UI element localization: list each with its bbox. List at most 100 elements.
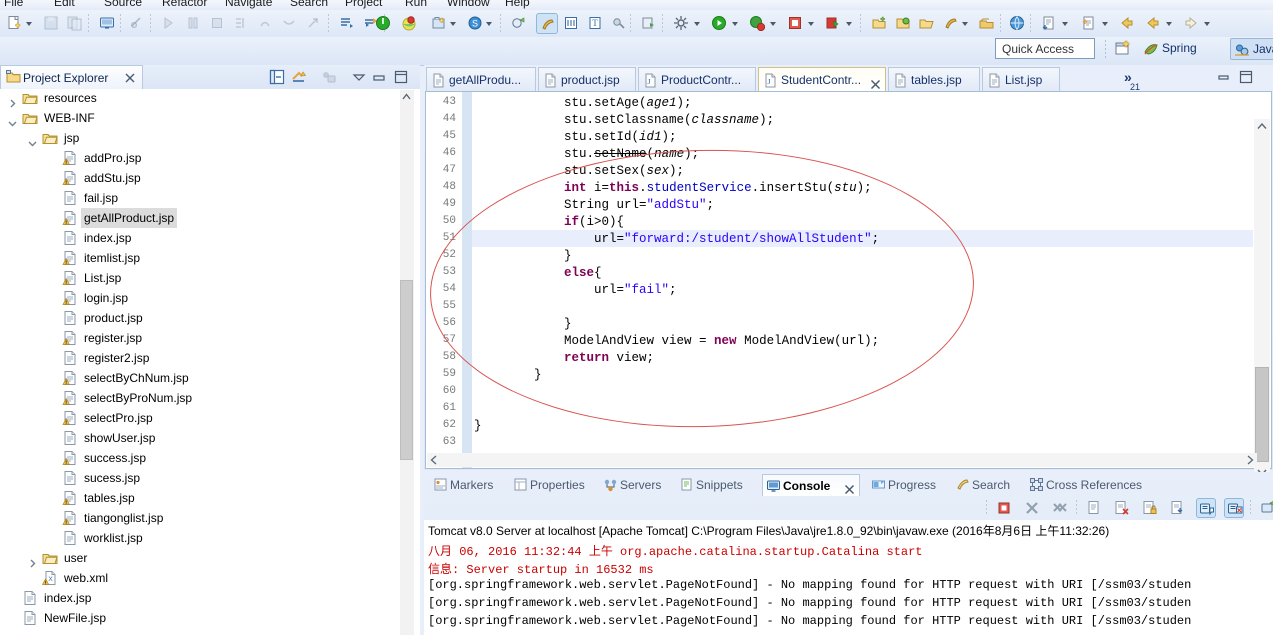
editor-tab-listjsp[interactable]: List.jsp — [982, 67, 1060, 91]
show-whitespace-icon[interactable] — [560, 13, 582, 34]
next-edit-location-icon[interactable] — [1078, 13, 1100, 34]
toggle-mark-occurrences-icon[interactable] — [536, 13, 558, 34]
console-tab-properties[interactable]: Properties — [510, 474, 592, 496]
editor-tab-productcontr[interactable]: J ProductContr... — [638, 67, 756, 91]
step-return-icon[interactable] — [278, 13, 300, 34]
new-dropdown-arrow-icon[interactable] — [26, 22, 32, 26]
scroll-up-icon[interactable] — [400, 90, 413, 104]
minimize-view-icon[interactable] — [370, 68, 388, 86]
open-perspective-icon[interactable] — [1112, 39, 1132, 58]
toggle-server-icon[interactable] — [372, 13, 394, 34]
external-tools-icon[interactable] — [670, 13, 692, 34]
debug-dropdown-arrow-icon[interactable] — [770, 22, 776, 26]
next-annotation-icon[interactable] — [336, 13, 358, 34]
perspective-java-ee[interactable]: Java EE — [1230, 38, 1273, 60]
view-menu-focus-icon[interactable] — [320, 68, 338, 86]
open-type-icon[interactable] — [892, 13, 914, 34]
chevron-right-icon[interactable] — [8, 94, 16, 108]
step-into-icon[interactable] — [230, 13, 252, 34]
stop-icon[interactable] — [784, 13, 806, 34]
new-package-icon[interactable] — [868, 13, 890, 34]
close-project-explorer-icon[interactable] — [125, 72, 135, 83]
forward-dropdown-arrow-icon[interactable] — [1204, 22, 1210, 26]
back-dropdown-arrow-icon[interactable] — [1166, 22, 1172, 26]
minimize-editor-icon[interactable] — [1216, 70, 1232, 84]
show-console-when-output-icon[interactable] — [1196, 498, 1216, 518]
project-explorer-tree[interactable]: resources WEB-INF jsp addPro.jsp addStu.jsp f… — [0, 90, 406, 635]
new-project-dropdown-arrow-icon[interactable] — [450, 22, 456, 26]
run-dropdown-arrow-icon[interactable] — [732, 22, 738, 26]
maximize-editor-icon[interactable] — [1238, 70, 1254, 84]
collapse-all-icon[interactable] — [268, 68, 286, 86]
console-tab-search[interactable]: Search — [952, 474, 1018, 496]
terminate-icon[interactable] — [206, 13, 228, 34]
open-task-icon[interactable] — [976, 13, 998, 34]
pin-console-icon[interactable] — [1168, 498, 1188, 518]
project-explorer-scrollbar-thumb[interactable] — [400, 280, 413, 460]
console-tab-progress[interactable]: Progress — [868, 474, 944, 496]
open-resource-icon[interactable] — [916, 13, 938, 34]
highlight-icon[interactable] — [940, 13, 962, 34]
pilcrow-icon[interactable]: T — [584, 13, 606, 34]
editor-tab-tablesjsp[interactable]: tables.jsp — [888, 67, 980, 91]
run-icon[interactable] — [708, 13, 730, 34]
stop-dropdown-arrow-icon[interactable] — [808, 22, 814, 26]
previous-edit-location-icon[interactable] — [1038, 13, 1060, 34]
close-editor-tab-icon[interactable] — [870, 74, 881, 90]
quick-access-input[interactable]: Quick Access — [995, 38, 1095, 59]
menu-search[interactable]: Search — [290, 0, 328, 9]
new-server-icon[interactable] — [398, 13, 420, 34]
skip-breakpoints-icon[interactable] — [126, 13, 148, 34]
server-dropdown-arrow-icon[interactable] — [846, 22, 852, 26]
next-edit-dropdown-arrow-icon[interactable] — [1102, 22, 1108, 26]
menu-navigate[interactable]: Navigate — [225, 0, 272, 9]
external-tools-dropdown-arrow-icon[interactable] — [694, 22, 700, 26]
terminate-console-icon[interactable] — [994, 498, 1014, 518]
console-tab-snippets[interactable]: Snippets — [676, 474, 754, 496]
editor-vertical-scrollbar[interactable] — [1254, 119, 1270, 479]
new-annotation-icon[interactable] — [508, 13, 530, 34]
open-web-browser-icon[interactable] — [1006, 13, 1028, 34]
editor-tab-getallprodu[interactable]: getAllProdu... — [426, 67, 536, 91]
chevron-down-icon[interactable] — [28, 134, 37, 147]
remove-launch-icon[interactable] — [1022, 498, 1042, 518]
clear-console-icon[interactable] — [1084, 498, 1104, 518]
console-tab-console[interactable]: Console — [762, 474, 860, 496]
new-spring-bean-icon[interactable]: S — [464, 13, 486, 34]
remove-all-terminated-icon[interactable] — [1050, 498, 1070, 518]
menu-help[interactable]: Help — [505, 0, 530, 9]
save-all-icon[interactable] — [64, 13, 86, 34]
console-tab-cross-references[interactable]: Cross References — [1026, 474, 1146, 496]
debug-icon[interactable] — [746, 13, 768, 34]
view-menu-icon[interactable] — [350, 68, 368, 86]
back-icon[interactable] — [1142, 13, 1164, 34]
new-wizard-icon[interactable] — [4, 13, 26, 34]
open-console-icon[interactable] — [1258, 498, 1273, 518]
perspective-spring[interactable]: Spring — [1140, 38, 1226, 60]
maximize-view-icon[interactable] — [392, 68, 410, 86]
menu-edit[interactable]: Edit — [54, 0, 75, 9]
highlight-dropdown-arrow-icon[interactable] — [962, 22, 968, 26]
console-tab-markers[interactable]: Markers — [430, 474, 502, 496]
menu-source[interactable]: Source — [104, 0, 142, 9]
resume-icon[interactable] — [158, 13, 180, 34]
search-icon[interactable] — [608, 13, 630, 34]
console-output[interactable]: Tomcat v8.0 Server at localhost [Apache … — [424, 520, 1273, 635]
run-last-tool-icon[interactable] — [638, 13, 660, 34]
new-java-project-icon[interactable] — [428, 13, 450, 34]
save-icon[interactable] — [40, 13, 62, 34]
spring-dropdown-arrow-icon[interactable] — [486, 22, 492, 26]
prev-edit-dropdown-arrow-icon[interactable] — [1062, 22, 1068, 26]
editor-horizontal-scrollbar[interactable] — [427, 453, 1257, 467]
chevron-right-icon[interactable] — [28, 554, 36, 568]
editor-scrollbar-thumb[interactable] — [1255, 367, 1269, 462]
menu-refactor[interactable]: Refactor — [162, 0, 207, 9]
suspend-icon[interactable] — [182, 13, 204, 34]
close-console-tab-icon[interactable] — [844, 480, 855, 495]
menu-project[interactable]: Project — [345, 0, 382, 9]
chevron-down-icon[interactable] — [8, 114, 17, 127]
menu-window[interactable]: Window — [447, 0, 490, 9]
link-with-editor-icon[interactable] — [290, 68, 308, 86]
open-console-icon[interactable] — [96, 13, 118, 34]
drop-to-frame-icon[interactable] — [302, 13, 324, 34]
